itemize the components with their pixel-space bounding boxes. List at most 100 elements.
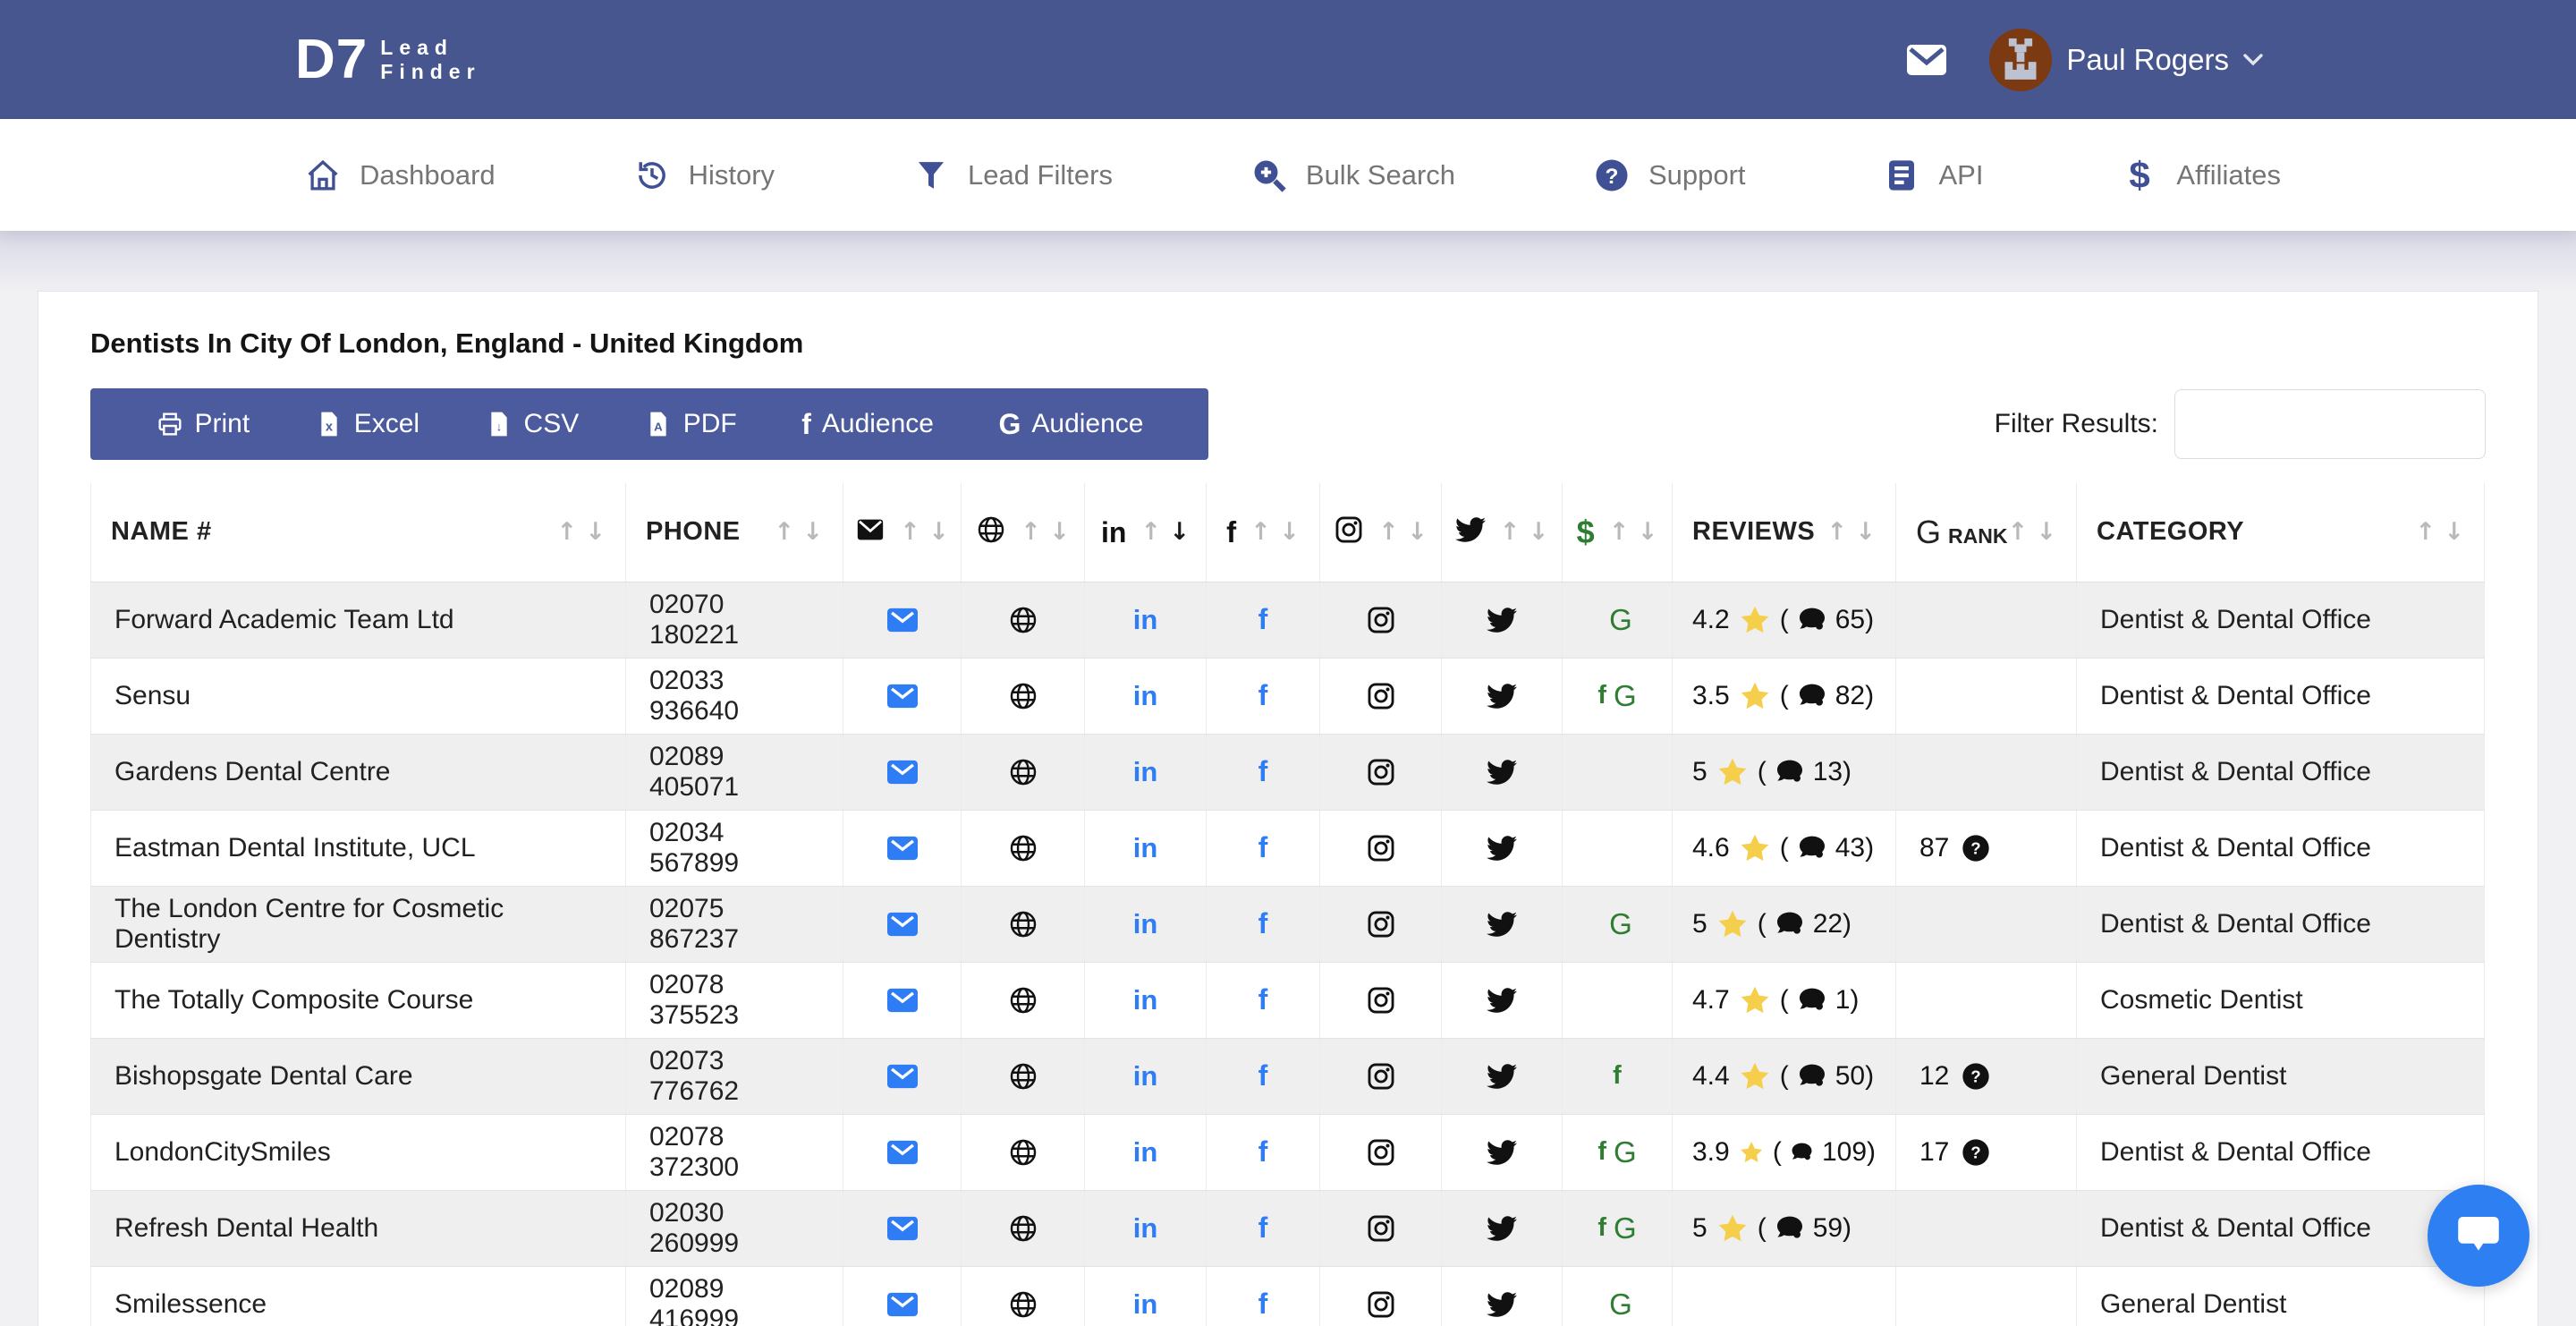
website-link-icon[interactable] <box>1008 1137 1038 1168</box>
app-logo[interactable]: D7 Lead Finder <box>295 28 481 91</box>
instagram-link-icon[interactable] <box>1366 1061 1396 1092</box>
email-link-icon[interactable] <box>887 605 918 635</box>
twitter-link-icon[interactable] <box>1487 681 1517 711</box>
website-link-icon[interactable] <box>1008 1213 1038 1244</box>
chat-widget-button[interactable] <box>2428 1185 2529 1287</box>
website-link-icon[interactable] <box>1008 909 1038 939</box>
facebook-money-icon[interactable]: f <box>1597 1213 1606 1243</box>
email-link-icon[interactable] <box>887 909 918 939</box>
sort-arrows[interactable]: ↑ ↓ <box>1021 518 1070 546</box>
facebook-link-icon[interactable]: f <box>1258 1211 1268 1245</box>
linkedin-link-icon[interactable]: in <box>1133 1288 1158 1321</box>
facebook-link-icon[interactable]: f <box>1258 679 1268 712</box>
twitter-link-icon[interactable] <box>1487 757 1517 787</box>
facebook-link-icon[interactable]: f <box>1258 907 1268 940</box>
website-link-icon[interactable] <box>1008 1061 1038 1092</box>
twitter-link-icon[interactable] <box>1487 1213 1517 1244</box>
email-link-icon[interactable] <box>887 1213 918 1244</box>
instagram-link-icon[interactable] <box>1366 833 1396 863</box>
facebook-link-icon[interactable]: f <box>1258 1059 1268 1092</box>
email-link-icon[interactable] <box>887 681 918 711</box>
google-money-icon[interactable]: G <box>1614 1135 1637 1169</box>
email-link-icon[interactable] <box>887 1137 918 1168</box>
google-audience-button[interactable]: GAudience <box>999 408 1144 441</box>
linkedin-link-icon[interactable]: in <box>1133 1136 1158 1169</box>
instagram-link-icon[interactable] <box>1366 757 1396 787</box>
twitter-link-icon[interactable] <box>1487 833 1517 863</box>
linkedin-link-icon[interactable]: in <box>1133 832 1158 864</box>
sort-arrows[interactable]: ↑ ↓ <box>556 518 606 546</box>
nav-item-api[interactable]: API <box>1883 157 1983 194</box>
linkedin-link-icon[interactable]: in <box>1133 1060 1158 1092</box>
column-header-twitter[interactable]: ↑ ↓ <box>1442 483 1563 582</box>
google-money-icon[interactable]: G <box>1614 679 1637 713</box>
sort-arrows[interactable]: ↑ ↓ <box>774 518 823 546</box>
email-link-icon[interactable] <box>887 833 918 863</box>
twitter-link-icon[interactable] <box>1487 1061 1517 1092</box>
column-header-money[interactable]: $↑ ↓ <box>1563 483 1673 582</box>
linkedin-link-icon[interactable]: in <box>1133 756 1158 788</box>
nav-item-affiliates[interactable]: $ Affiliates <box>2121 157 2281 194</box>
facebook-audience-button[interactable]: fAudience <box>801 408 934 441</box>
email-link-icon[interactable] <box>887 1289 918 1320</box>
excel-button[interactable]: xExcel <box>315 409 419 439</box>
instagram-link-icon[interactable] <box>1366 1289 1396 1320</box>
sort-arrows[interactable]: ↑ ↓ <box>1500 518 1549 546</box>
linkedin-link-icon[interactable]: in <box>1133 604 1158 636</box>
facebook-link-icon[interactable]: f <box>1258 831 1268 864</box>
facebook-money-icon[interactable]: f <box>1597 681 1606 710</box>
facebook-link-icon[interactable]: f <box>1258 755 1268 788</box>
sort-arrows[interactable]: ↑ ↓ <box>2415 518 2464 546</box>
instagram-link-icon[interactable] <box>1366 909 1396 939</box>
question-circle-icon[interactable]: ? <box>1962 1138 1990 1167</box>
linkedin-link-icon[interactable]: in <box>1133 680 1158 712</box>
filter-input[interactable] <box>2174 389 2486 459</box>
column-header-email[interactable]: ↑ ↓ <box>843 483 962 582</box>
sort-arrows[interactable]: ↑ ↓ <box>1826 518 1876 546</box>
sort-arrows[interactable]: ↑ ↓ <box>2007 518 2056 546</box>
website-link-icon[interactable] <box>1008 985 1038 1016</box>
nav-item-bulk-search[interactable]: Bulk Search <box>1250 157 1455 194</box>
website-link-icon[interactable] <box>1008 605 1038 635</box>
google-money-icon[interactable]: G <box>1614 1211 1637 1245</box>
column-header-rank[interactable]: GRANK↑ ↓ <box>1896 483 2077 582</box>
website-link-icon[interactable] <box>1008 757 1038 787</box>
sort-arrows[interactable]: ↑ ↓ <box>1378 518 1428 546</box>
facebook-link-icon[interactable]: f <box>1258 1135 1268 1169</box>
pdf-button[interactable]: APDF <box>644 409 737 439</box>
twitter-link-icon[interactable] <box>1487 985 1517 1016</box>
sort-arrows[interactable]: ↑ ↓ <box>900 518 949 546</box>
nav-item-lead-filters[interactable]: Lead Filters <box>912 157 1113 194</box>
column-header-website[interactable]: ↑ ↓ <box>962 483 1085 582</box>
column-header-category[interactable]: CATEGORY↑ ↓ <box>2077 483 2485 582</box>
twitter-link-icon[interactable] <box>1487 605 1517 635</box>
instagram-link-icon[interactable] <box>1366 1137 1396 1168</box>
website-link-icon[interactable] <box>1008 681 1038 711</box>
nav-item-history[interactable]: History <box>633 157 775 194</box>
question-circle-icon[interactable]: ? <box>1962 1062 1990 1091</box>
instagram-link-icon[interactable] <box>1366 681 1396 711</box>
sort-arrows[interactable]: ↑ ↓ <box>1609 518 1658 546</box>
column-header-name[interactable]: NAME #↑ ↓ <box>91 483 626 582</box>
column-header-reviews[interactable]: REVIEWS↑ ↓ <box>1673 483 1896 582</box>
column-header-facebook[interactable]: f↑ ↓ <box>1207 483 1320 582</box>
email-link-icon[interactable] <box>887 1061 918 1092</box>
question-circle-icon[interactable]: ? <box>1962 834 1990 863</box>
website-link-icon[interactable] <box>1008 833 1038 863</box>
email-link-icon[interactable] <box>887 985 918 1016</box>
linkedin-link-icon[interactable]: in <box>1133 1212 1158 1245</box>
instagram-link-icon[interactable] <box>1366 985 1396 1016</box>
linkedin-link-icon[interactable]: in <box>1133 984 1158 1016</box>
facebook-link-icon[interactable]: f <box>1258 983 1268 1016</box>
column-header-phone[interactable]: PHONE↑ ↓ <box>626 483 843 582</box>
column-header-linkedin[interactable]: in↑ ↓ <box>1085 483 1207 582</box>
facebook-link-icon[interactable]: f <box>1258 603 1268 636</box>
website-link-icon[interactable] <box>1008 1289 1038 1320</box>
instagram-link-icon[interactable] <box>1366 1213 1396 1244</box>
google-money-icon[interactable]: G <box>1609 907 1632 941</box>
twitter-link-icon[interactable] <box>1487 1137 1517 1168</box>
facebook-money-icon[interactable]: f <box>1597 1137 1606 1167</box>
column-header-instagram[interactable]: ↑ ↓ <box>1320 483 1442 582</box>
google-money-icon[interactable]: G <box>1609 1288 1632 1322</box>
google-money-icon[interactable]: G <box>1609 603 1632 637</box>
